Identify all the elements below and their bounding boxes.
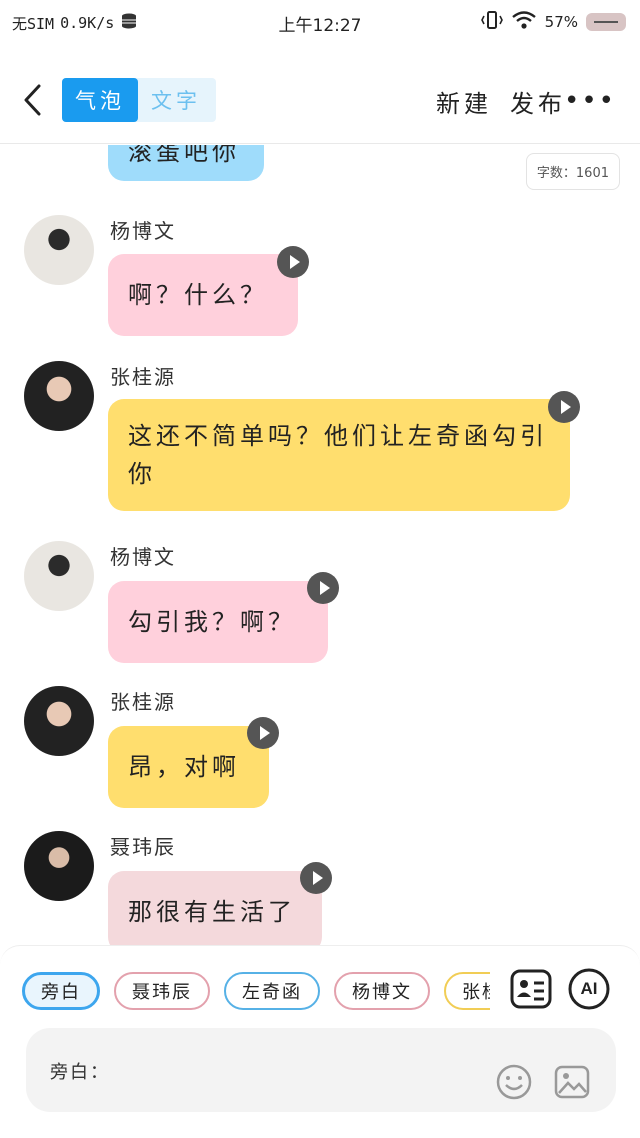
ai-label: AI [580,979,598,998]
status-bar: 无SIM 0.9K/s 上午12:27 57% [0,0,640,44]
avatar[interactable] [24,541,94,611]
chat-area[interactable]: 滚蛋吧你 字数：1601 杨博文 啊？什么？ 张桂源 这还不简单吗？他们让左奇函… [0,145,640,945]
top-bar: 气泡 文字 新建 发布 ••• [0,56,640,144]
tab-text[interactable]: 文字 [138,78,214,122]
chevron-left-icon [24,84,41,116]
new-button[interactable]: 新建 [436,84,492,119]
message-input[interactable]: 旁白： [26,1028,616,1112]
play-icon[interactable] [548,391,580,423]
message-text: 昂，对啊 [128,753,240,781]
play-icon[interactable] [307,572,339,604]
mode-switch: 气泡 文字 [62,78,216,122]
character-chip[interactable]: 张桂源 [444,972,490,1010]
avatar[interactable] [24,686,94,756]
ai-button[interactable]: AI [568,968,610,1010]
avatar[interactable] [24,361,94,431]
sender-name: 张桂源 [110,690,176,714]
back-button[interactable] [18,80,48,120]
word-count-badge: 字数：1601 [525,153,620,190]
battery-percent: 57% [544,13,578,31]
message-bubble[interactable]: 昂，对啊 [108,726,269,808]
sender-name: 聂玮辰 [110,835,176,859]
wifi-icon [511,10,537,34]
input-speaker-label: 旁白： [50,1062,110,1083]
message-text: 啊？什么？ [128,281,268,309]
message-text: 那很有生活了 [128,898,296,926]
message-bubble[interactable]: 这还不简单吗？他们让左奇函勾引你 [108,399,570,511]
sender-name: 杨博文 [110,545,176,569]
more-menu-icon[interactable]: ••• [564,86,616,116]
message-bubble[interactable]: 那很有生活了 [108,871,322,945]
play-icon[interactable] [277,246,309,278]
image-icon[interactable] [552,1062,592,1102]
character-chip[interactable]: 杨博文 [334,972,430,1010]
message-bubble-partial[interactable]: 滚蛋吧你 [108,145,264,181]
sender-name: 张桂源 [110,365,176,389]
sender-name: 杨博文 [110,219,176,243]
publish-button[interactable]: 发布 [510,84,566,119]
avatar[interactable] [24,215,94,285]
message-text: 勾引我？啊？ [128,608,296,636]
emoji-icon[interactable] [494,1062,534,1102]
character-selector: 旁白 聂玮辰 左奇函 杨博文 张桂源 [22,972,490,1012]
play-icon[interactable] [300,862,332,894]
message-text: 这还不简单吗？他们让左奇函勾引你 [128,422,548,488]
status-right: 57% [480,10,626,34]
play-icon[interactable] [247,717,279,749]
message-bubble[interactable]: 啊？什么？ [108,254,298,336]
vibrate-icon [480,10,503,34]
message-bubble[interactable]: 勾引我？啊？ [108,581,328,663]
avatar[interactable] [24,831,94,901]
character-chip-narration[interactable]: 旁白 [22,972,100,1010]
character-chip[interactable]: 左奇函 [224,972,320,1010]
message-text: 滚蛋吧你 [128,145,240,166]
composer-panel: 旁白 聂玮辰 左奇函 杨博文 张桂源 AI 旁白： [0,945,640,1138]
character-chip[interactable]: 聂玮辰 [114,972,210,1010]
tab-bubble[interactable]: 气泡 [62,78,138,122]
character-card-icon[interactable] [510,968,552,1010]
battery-icon [586,13,626,31]
